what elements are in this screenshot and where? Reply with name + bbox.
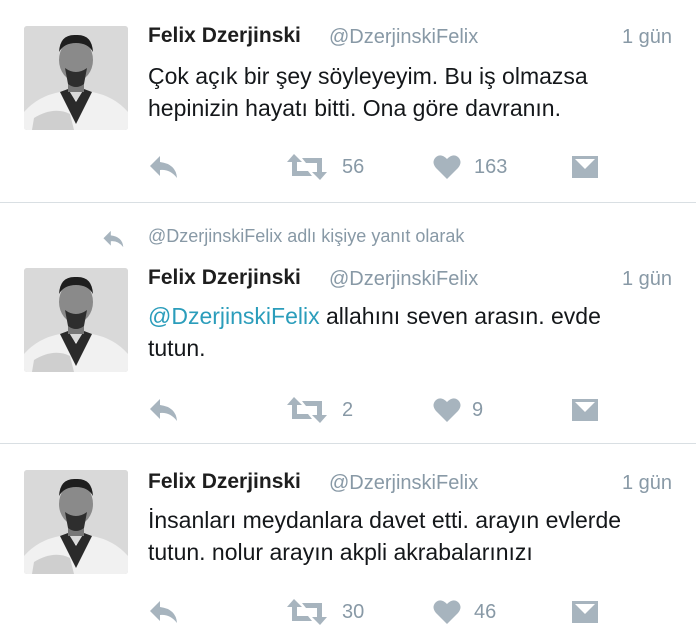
direct-message-button[interactable] xyxy=(570,597,600,627)
retweet-icon xyxy=(287,599,327,625)
retweet-button[interactable]: 30 xyxy=(286,597,376,627)
portrait-image xyxy=(24,470,128,574)
retweet-count: 30 xyxy=(342,601,365,623)
tweet-time[interactable]: 1 gün xyxy=(622,472,672,495)
tweet-text-line: tutun. nolur arayın akpli akrabalarınızı xyxy=(148,539,533,565)
avatar[interactable] xyxy=(24,470,128,574)
envelope-icon xyxy=(572,601,598,623)
like-button[interactable]: 46 xyxy=(432,597,512,627)
like-count: 46 xyxy=(474,601,497,623)
reply-icon xyxy=(150,601,177,623)
tweet-3[interactable]: Felix Dzerjinski @DzerjinskiFelix 1 gün … xyxy=(0,0,696,639)
reply-button[interactable] xyxy=(146,597,180,627)
author-handle[interactable]: @DzerjinskiFelix xyxy=(329,472,478,495)
tweet-text-line: İnsanları meydanlara davet etti. arayın … xyxy=(148,507,622,533)
heart-icon xyxy=(433,600,461,624)
tweet-text: İnsanları meydanlara davet etti. arayın … xyxy=(148,504,668,568)
tweet-feed: Felix Dzerjinski @DzerjinskiFelix 1 gün … xyxy=(0,0,696,639)
author-name[interactable]: Felix Dzerjinski xyxy=(148,470,301,494)
